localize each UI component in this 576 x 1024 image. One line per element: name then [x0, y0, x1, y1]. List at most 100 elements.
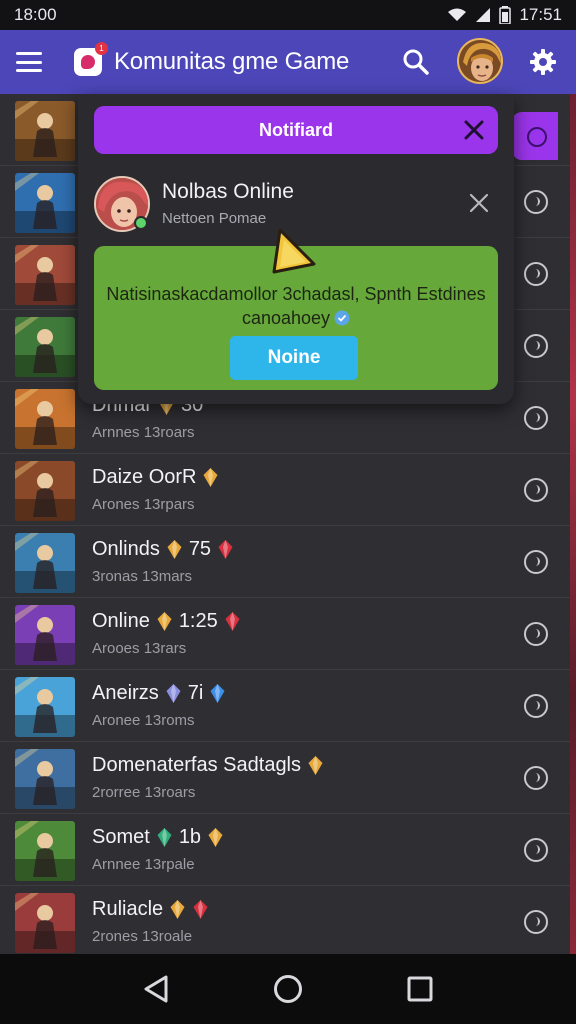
game-title-row: Daize OorR: [92, 466, 219, 489]
confirm-button[interactable]: Noine: [230, 336, 358, 380]
item-action-button[interactable]: [524, 190, 548, 214]
game-subtitle: Arnnes 13roars: [92, 424, 195, 441]
close-icon[interactable]: [468, 192, 490, 214]
back-triangle-icon: [144, 975, 168, 1003]
game-title: Online: [92, 610, 150, 632]
gem-icon: [156, 827, 173, 848]
item-action-button[interactable]: [524, 694, 548, 718]
gem-icon: [207, 827, 224, 848]
battery-icon: [499, 6, 512, 24]
sender-subtitle: Nettoen Pomae: [162, 210, 267, 227]
game-subtitle: Arooes 13rars: [92, 640, 187, 657]
game-title: Onlinds: [92, 538, 160, 560]
game-title: Daize OorR: [92, 466, 197, 488]
recents-square-icon: [407, 976, 433, 1002]
game-thumbnail: [15, 461, 75, 521]
nav-home-button[interactable]: [270, 971, 306, 1007]
game-thumbnail: [15, 677, 75, 737]
notification-header-label: Notifiard: [259, 119, 333, 140]
game-thumbnail: [15, 821, 75, 881]
item-action-button[interactable]: [524, 334, 548, 358]
notification-panel: Notifiard Nolbas Online Nettoen Pomae Na…: [78, 94, 514, 404]
game-badge-count: 1b: [178, 826, 202, 848]
item-action-button[interactable]: [524, 910, 548, 934]
online-status-indicator: [134, 216, 148, 230]
game-thumbnail: [15, 101, 75, 161]
user-avatar[interactable]: [457, 38, 503, 84]
game-thumbnail: [15, 749, 75, 809]
background-art-strip: [570, 94, 576, 954]
gem-icon: [217, 539, 234, 560]
system-nav-bar: [0, 954, 576, 1024]
wifi-icon: [448, 8, 467, 21]
game-thumbnail: [15, 533, 75, 593]
gem-icon: [307, 755, 324, 776]
game-title: Aneirzs: [92, 682, 159, 704]
app-screen: 18:00 17:51 1 Komunitas gme Game Dnmar 3…: [0, 0, 576, 1024]
game-subtitle: Aronee 13roms: [92, 712, 195, 729]
list-item[interactable]: Somet 1b Arnnee 13rpale: [0, 814, 570, 886]
item-action-button[interactable]: [524, 766, 548, 790]
list-item[interactable]: Onlinds 75 3ronas 13mars: [0, 526, 570, 598]
list-item[interactable]: Ruliacle 2rones 13roale: [0, 886, 570, 958]
status-icons: 17:51: [447, 5, 562, 25]
game-subtitle: Arnnee 13rpale: [92, 856, 195, 873]
notification-message-text: Natisinaskacdamollor 3chadasl, Spnth Est…: [106, 284, 486, 328]
search-icon[interactable]: [402, 48, 430, 76]
notification-chip[interactable]: [512, 112, 558, 160]
home-circle-icon: [274, 975, 302, 1003]
close-icon[interactable]: [462, 118, 486, 142]
notification-header: Notifiard: [94, 106, 498, 154]
item-action-button[interactable]: [524, 622, 548, 646]
list-item[interactable]: Online 1:25 Arooes 13rars: [0, 598, 570, 670]
item-action-button[interactable]: [524, 262, 548, 286]
game-badge-count: 75: [188, 538, 212, 560]
list-item[interactable]: Domenaterfas Sadtagls 2rorree 13roars: [0, 742, 570, 814]
verified-check-icon: [334, 310, 350, 326]
game-badge-count: 1:25: [178, 610, 218, 632]
nav-recents-button[interactable]: [402, 971, 438, 1007]
logo-notification-badge: 1: [95, 42, 108, 55]
gem-icon: [202, 467, 219, 488]
list-item[interactable]: Aneirzs 7i Aronee 13roms: [0, 670, 570, 742]
nav-back-button[interactable]: [138, 971, 174, 1007]
game-title-row: Domenaterfas Sadtagls: [92, 754, 324, 777]
game-subtitle: 3ronas 13mars: [92, 568, 193, 585]
warning-triangle-icon: [272, 228, 316, 274]
game-title: Ruliacle: [92, 898, 164, 920]
sender-name: Nolbas Online: [162, 180, 294, 203]
game-title: Somet: [92, 826, 150, 848]
gem-icon: [192, 899, 209, 920]
gem-icon: [156, 611, 173, 632]
status-time-left: 18:00: [14, 5, 57, 24]
game-badge-count: 7i: [187, 682, 204, 704]
item-action-button[interactable]: [524, 478, 548, 502]
game-title-row: Online 1:25: [92, 610, 241, 633]
list-item[interactable]: Daize OorR Arones 13rpars: [0, 454, 570, 526]
game-subtitle: 2rorree 13roars: [92, 784, 196, 801]
status-time-right: 17:51: [519, 5, 562, 24]
gem-icon: [169, 899, 186, 920]
status-bar: 18:00 17:51: [0, 0, 576, 30]
game-thumbnail: [15, 245, 75, 305]
game-thumbnail: [15, 605, 75, 665]
signal-icon: [476, 8, 491, 22]
game-title-row: Aneirzs 7i: [92, 682, 226, 705]
item-action-button[interactable]: [524, 838, 548, 862]
item-action-button[interactable]: [524, 406, 548, 430]
game-title-row: Somet 1b: [92, 826, 224, 849]
gem-icon: [166, 539, 183, 560]
game-title: Domenaterfas Sadtagls: [92, 754, 302, 776]
item-action-button[interactable]: [524, 550, 548, 574]
notification-message: Natisinaskacdamollor 3chadasl, Spnth Est…: [104, 282, 488, 330]
game-thumbnail: [15, 893, 75, 953]
game-thumbnail: [15, 317, 75, 377]
app-title: Komunitas gme Game: [114, 48, 350, 75]
gear-icon[interactable]: [529, 48, 557, 76]
gem-icon: [209, 683, 226, 704]
game-title-row: Onlinds 75: [92, 538, 234, 561]
gem-icon: [165, 683, 182, 704]
app-logo: 1: [74, 42, 108, 76]
user-avatar-image: [459, 40, 501, 82]
hamburger-menu-icon[interactable]: [16, 52, 42, 72]
